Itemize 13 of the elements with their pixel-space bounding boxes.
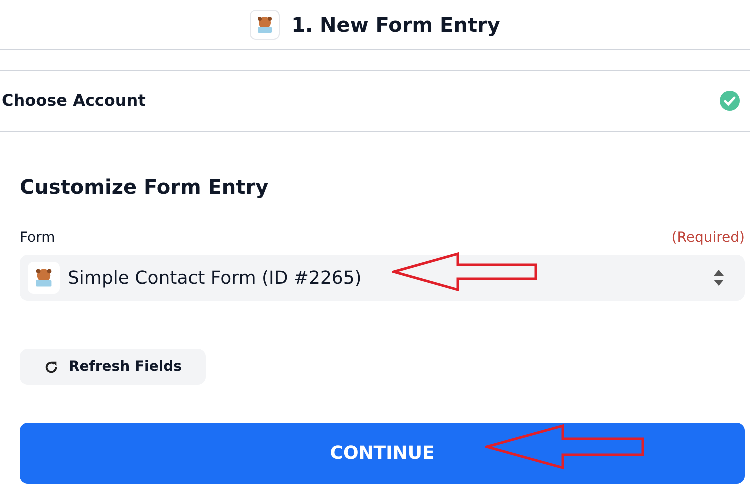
required-note: (Required) [672, 229, 745, 248]
continue-button[interactable]: CONTINUE [20, 423, 745, 484]
app-logo-icon [250, 10, 280, 40]
select-value: Simple Contact Form (ID #2265) [68, 266, 362, 290]
field-label: Form [20, 229, 56, 248]
refresh-fields-button[interactable]: Refresh Fields [20, 349, 206, 385]
choose-account-label[interactable]: Choose Account [2, 89, 146, 113]
step-title: 1. New Form Entry [292, 12, 500, 38]
form-select[interactable]: Simple Contact Form (ID #2265) [20, 255, 745, 301]
form-logo-icon [28, 262, 60, 294]
section-title: Customize Form Entry [20, 174, 270, 201]
refresh-icon [44, 360, 60, 374]
select-arrows-icon [713, 268, 725, 288]
